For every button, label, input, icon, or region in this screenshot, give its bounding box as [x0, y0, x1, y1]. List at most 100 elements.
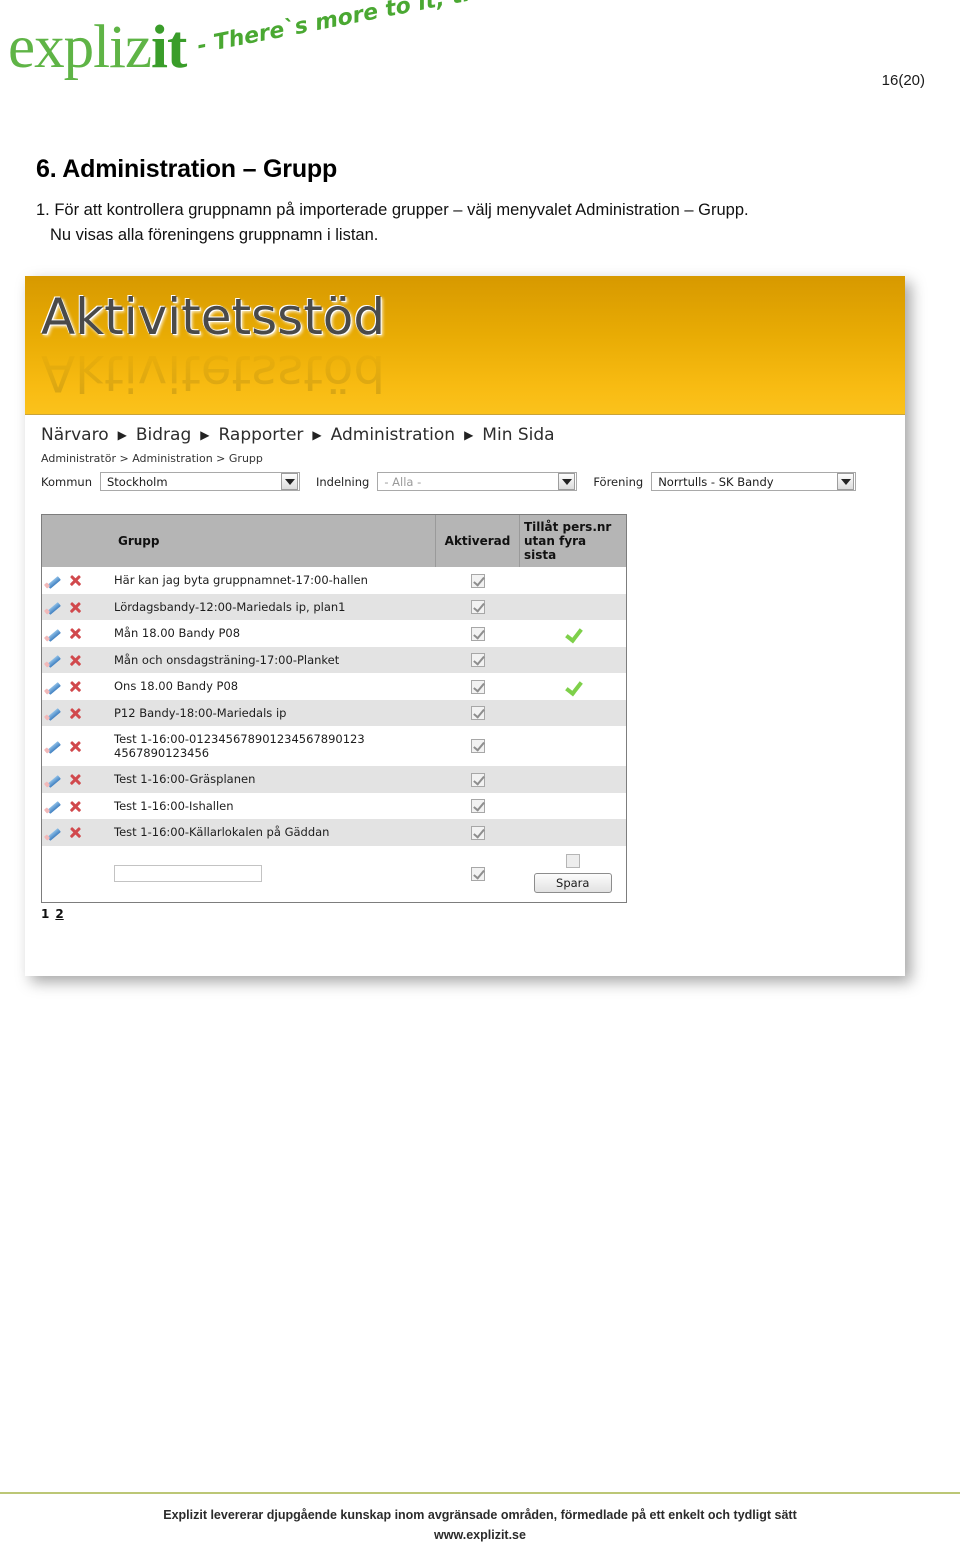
delete-x-icon[interactable]	[69, 627, 82, 640]
aktiverad-checkbox[interactable]	[470, 600, 485, 614]
row-tillat-cell	[519, 792, 626, 819]
row-aktiverad-cell	[435, 567, 520, 594]
document-footer: Explizit levererar djupgående kunskap in…	[0, 1505, 960, 1545]
edit-pencil-icon[interactable]	[46, 600, 60, 614]
aktiverad-checkbox[interactable]	[470, 679, 485, 694]
kommun-select[interactable]: Stockholm	[100, 472, 300, 491]
row-actions	[42, 766, 110, 793]
main-navigation: Närvaro ▶ Bidrag ▶ Rapporter ▶ Administr…	[25, 415, 905, 449]
delete-x-icon[interactable]	[69, 800, 82, 813]
document-body: 6. Administration – Grupp 1. För att kon…	[36, 155, 926, 248]
column-header-actions	[42, 515, 110, 567]
row-actions	[42, 699, 110, 726]
edit-pencil-icon[interactable]	[46, 680, 60, 694]
row-tillat-cell	[519, 699, 626, 726]
aktiverad-checkbox[interactable]	[470, 739, 485, 754]
delete-x-icon[interactable]	[69, 826, 82, 839]
row-aktiverad-cell	[435, 792, 520, 819]
edit-pencil-icon[interactable]	[46, 706, 60, 720]
new-tillat-persnr-checkbox[interactable]	[565, 854, 580, 868]
green-check-icon	[565, 627, 581, 641]
row-actions	[42, 620, 110, 647]
table-row: P12 Bandy-18:00-Mariedals ip	[42, 699, 626, 726]
chevron-right-icon: ▶	[200, 428, 210, 442]
edit-pencil-icon[interactable]	[46, 574, 60, 588]
row-group-name: Här kan jag byta gruppnamnet-17:00-halle…	[110, 567, 436, 594]
row-aktiverad-cell	[435, 726, 520, 766]
row-aktiverad-cell	[435, 699, 520, 726]
delete-x-icon[interactable]	[69, 601, 82, 614]
edit-pencil-icon[interactable]	[46, 826, 60, 840]
delete-x-icon[interactable]	[69, 707, 82, 720]
new-aktiverad-checkbox[interactable]	[470, 866, 485, 881]
app-banner: Aktivitetsstöd Aktivitetsstöd	[25, 276, 905, 415]
row-actions	[42, 819, 110, 846]
footer-divider	[0, 1492, 960, 1494]
delete-x-icon[interactable]	[69, 773, 82, 786]
grupp-table-head: Grupp Aktiverad Tillåt pers.nr utan fyra…	[42, 515, 626, 567]
aktiverad-checkbox[interactable]	[470, 825, 485, 840]
edit-pencil-icon[interactable]	[46, 799, 60, 813]
row-group-name: Test 1-16:00-012345678901234567890123 45…	[110, 726, 436, 766]
delete-x-icon[interactable]	[69, 574, 82, 587]
nav-item-min-sida[interactable]: Min Sida	[482, 425, 554, 445]
delete-x-icon[interactable]	[69, 654, 82, 667]
explizit-logo: explizit - There`s more to it, than IT!	[8, 0, 557, 80]
grupp-table-body: Här kan jag byta gruppnamnet-17:00-halle…	[42, 567, 626, 902]
delete-x-icon[interactable]	[69, 680, 82, 693]
row-actions	[42, 792, 110, 819]
column-header-tillat-line2: utan fyra sista	[524, 534, 587, 562]
column-header-tillat-line1: Tillåt pers.nr	[524, 520, 612, 534]
row-group-name: Mån 18.00 Bandy P08	[110, 620, 436, 647]
edit-pencil-icon[interactable]	[46, 773, 60, 787]
table-header-row: Grupp Aktiverad Tillåt pers.nr utan fyra…	[42, 515, 626, 567]
save-button[interactable]: Spara	[533, 873, 612, 893]
row-group-name: P12 Bandy-18:00-Mariedals ip	[110, 699, 436, 726]
grupp-table: Grupp Aktiverad Tillåt pers.nr utan fyra…	[42, 515, 626, 902]
aktiverad-checkbox[interactable]	[470, 653, 485, 667]
row-actions	[42, 646, 110, 673]
breadcrumb: Administratör > Administration > Grupp	[41, 452, 263, 465]
aktiverad-checkbox[interactable]	[470, 799, 485, 813]
row-tillat-cell	[519, 766, 626, 793]
row-group-name: Ons 18.00 Bandy P08	[110, 673, 436, 700]
grupp-table-container: Grupp Aktiverad Tillåt pers.nr utan fyra…	[41, 514, 627, 903]
filter-label-forening: Förening	[593, 474, 644, 489]
row-aktiverad-cell	[435, 593, 520, 620]
edit-pencil-icon[interactable]	[46, 627, 60, 641]
forening-select[interactable]: Norrtulls - SK Bandy	[651, 472, 857, 491]
indelning-select[interactable]: - Alla -	[377, 472, 578, 491]
column-header-tillat-persnr: Tillåt pers.nr utan fyra sista	[519, 515, 626, 567]
row-aktiverad-cell	[435, 620, 520, 647]
nav-item-rapporter[interactable]: Rapporter	[218, 425, 303, 445]
edit-pencil-icon[interactable]	[46, 739, 60, 753]
kommun-select-value: Stockholm	[107, 474, 168, 489]
row-tillat-cell	[519, 819, 626, 846]
chevron-down-icon	[558, 473, 576, 490]
aktiverad-checkbox[interactable]	[470, 706, 485, 720]
aktiverad-checkbox[interactable]	[470, 626, 485, 641]
pagination-page-2[interactable]: 2	[55, 907, 63, 921]
row-group-name: Mån och onsdagsträning-17:00-Planket	[110, 646, 436, 673]
nav-item-narvaro[interactable]: Närvaro	[41, 425, 109, 445]
table-row: Lördagsbandy-12:00-Mariedals ip, plan1	[42, 593, 626, 620]
pagination-page-1[interactable]: 1	[41, 907, 49, 921]
table-row: Ons 18.00 Bandy P08	[42, 673, 626, 700]
app-screenshot: Aktivitetsstöd Aktivitetsstöd Närvaro ▶ …	[25, 276, 905, 976]
delete-x-icon[interactable]	[69, 740, 82, 753]
aktiverad-checkbox[interactable]	[470, 573, 485, 588]
new-group-name-input[interactable]	[114, 865, 262, 882]
aktiverad-checkbox[interactable]	[470, 772, 485, 787]
nav-item-bidrag[interactable]: Bidrag	[136, 425, 191, 445]
table-row: Test 1-16:00-012345678901234567890123 45…	[42, 726, 626, 766]
filter-bar: Kommun Stockholm Indelning - Alla - Före…	[25, 470, 905, 498]
nav-item-administration[interactable]: Administration	[331, 425, 455, 445]
filter-label-indelning: Indelning	[316, 474, 370, 489]
forening-select-value: Norrtulls - SK Bandy	[658, 474, 774, 489]
footer-website: www.explizit.se	[434, 1528, 526, 1542]
row-aktiverad-cell	[435, 819, 520, 846]
table-row: Test 1-16:00-Ishallen	[42, 792, 626, 819]
row-aktiverad-cell	[435, 646, 520, 673]
edit-pencil-icon[interactable]	[46, 653, 60, 667]
table-row: Här kan jag byta gruppnamnet-17:00-halle…	[42, 567, 626, 594]
